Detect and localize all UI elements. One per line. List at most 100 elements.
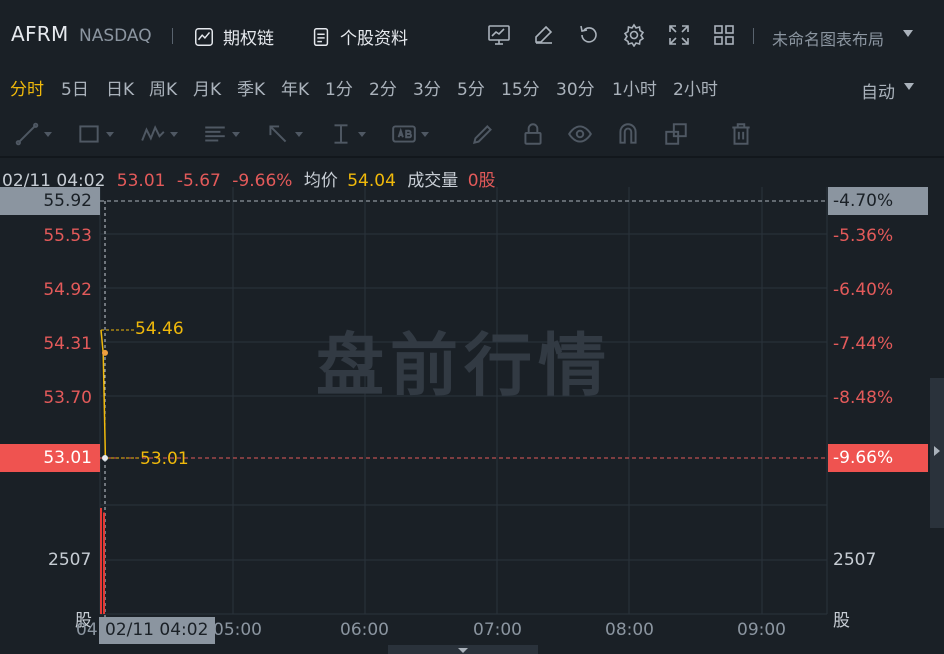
x-axis-label: 06:00 — [340, 620, 389, 640]
x-axis-label: 04 — [76, 620, 98, 640]
option-chain-button[interactable]: 期权链 — [193, 24, 274, 49]
pen-tool[interactable] — [470, 120, 496, 148]
tab-weekly[interactable]: 周K — [149, 75, 177, 100]
option-chain-label: 期权链 — [223, 29, 274, 49]
header-divider — [753, 28, 754, 44]
chart-box-icon — [195, 27, 213, 46]
volume-bar — [100, 508, 102, 614]
tab-1min[interactable]: 1分 — [325, 75, 353, 100]
tab-15min[interactable]: 15分 — [501, 75, 540, 100]
top-header: AFRM NASDAQ 期权链 个股资料 未命名图表布局 — [0, 0, 944, 70]
stock-info-label: 个股资料 — [340, 29, 408, 49]
gear-icon[interactable] — [622, 23, 646, 47]
x-axis-label: 05:00 — [213, 620, 262, 640]
document-icon — [313, 27, 329, 46]
refresh-icon[interactable] — [577, 23, 601, 47]
caret-down-icon — [44, 131, 52, 137]
text-label-tool[interactable] — [391, 120, 429, 148]
ticker-symbol[interactable]: AFRM — [11, 22, 69, 46]
tab-5day[interactable]: 5日 — [61, 75, 89, 100]
exchange-name: NASDAQ — [79, 26, 152, 46]
caret-down-icon — [170, 131, 178, 137]
caret-down-icon[interactable] — [458, 648, 468, 653]
right-volume-unit: 股 — [833, 611, 850, 631]
left-volume-max: 2507 — [48, 550, 92, 570]
tab-5min[interactable]: 5分 — [457, 75, 485, 100]
caret-down-icon — [232, 131, 240, 137]
text-label-icon — [392, 125, 416, 143]
volume-bar — [103, 512, 105, 614]
trend-line-tool[interactable] — [14, 120, 52, 148]
premarket-watermark: 盘前行情 — [316, 327, 613, 406]
caret-down-icon — [421, 131, 429, 137]
tab-yearly[interactable]: 年K — [281, 75, 309, 100]
right-axis-pct: -7.44% — [833, 334, 894, 354]
arrow-tool[interactable] — [265, 120, 303, 148]
tab-intraday[interactable]: 分时 — [10, 75, 44, 100]
stock-chart-app: AFRM NASDAQ 期权链 个股资料 未命名图表布局 分时 5日 日K 周K… — [0, 0, 944, 654]
arrow-icon — [269, 125, 287, 143]
high-price-annotation: 54.46 — [135, 319, 184, 339]
left-axis-current-highlight: 53.01 — [0, 444, 100, 472]
header-divider — [172, 28, 173, 44]
tab-quarterly[interactable]: 季K — [237, 75, 265, 100]
caret-down-icon — [106, 131, 114, 137]
eye-icon — [568, 125, 592, 143]
rectangle-tool[interactable] — [76, 120, 114, 148]
fullscreen-icon[interactable] — [667, 23, 691, 47]
right-axis-pct: -8.48% — [833, 388, 894, 408]
caret-down-icon[interactable] — [903, 30, 913, 37]
current-price-annotation: 53.01 — [140, 449, 189, 469]
pen-icon — [472, 125, 492, 145]
right-axis-pct: -5.36% — [833, 226, 894, 246]
auto-scale-selector[interactable]: 自动 — [861, 78, 895, 103]
tab-1hour[interactable]: 1小时 — [612, 75, 657, 100]
toolbar-divider — [0, 156, 944, 158]
right-volume-max: 2507 — [833, 550, 877, 570]
wave-icon — [141, 125, 165, 141]
left-axis-price: 54.31 — [43, 334, 92, 354]
chart-settings-icon[interactable] — [487, 23, 511, 47]
rectangle-icon — [79, 125, 99, 143]
left-axis-price: 55.53 — [43, 226, 92, 246]
tab-daily[interactable]: 日K — [106, 75, 134, 100]
stock-info-button[interactable]: 个股资料 — [310, 24, 408, 49]
price-chart[interactable] — [0, 185, 944, 654]
layout-selector[interactable]: 未命名图表布局 — [772, 26, 884, 50]
caret-down-icon[interactable] — [904, 83, 914, 90]
price-line — [100, 329, 107, 459]
tab-30min[interactable]: 30分 — [556, 75, 595, 100]
lock-icon — [524, 123, 542, 145]
right-axis-high-highlight: -4.70% — [828, 187, 928, 215]
visibility-tool[interactable] — [567, 120, 593, 148]
avg-price-point — [102, 349, 108, 356]
fibonacci-tool[interactable] — [202, 120, 240, 148]
edit-icon[interactable] — [532, 23, 556, 47]
x-axis-label: 07:00 — [473, 620, 522, 640]
chart-plot — [100, 329, 139, 614]
magnet-tool[interactable] — [615, 120, 641, 148]
grid-layout-icon[interactable] — [712, 23, 736, 47]
magnet-icon — [619, 123, 637, 144]
wave-pattern-tool[interactable] — [140, 120, 178, 148]
lock-tool[interactable] — [520, 120, 546, 148]
trend-line-icon — [15, 122, 39, 146]
x-axis-label: 09:00 — [737, 620, 786, 640]
chevron-right-icon[interactable] — [934, 446, 940, 456]
left-axis-price: 54.92 — [43, 280, 92, 300]
tab-3min[interactable]: 3分 — [413, 75, 441, 100]
duplicate-tool[interactable] — [663, 120, 689, 148]
measure-tool[interactable] — [328, 120, 366, 148]
left-axis-high-highlight: 55.92 — [0, 187, 100, 215]
tab-2min[interactable]: 2分 — [369, 75, 397, 100]
tab-monthly[interactable]: 月K — [193, 75, 221, 100]
measure-icon — [334, 124, 348, 144]
fibonacci-icon — [205, 126, 225, 142]
right-axis-current-highlight: -9.66% — [828, 444, 928, 472]
x-axis-label: 08:00 — [605, 620, 654, 640]
tab-2hour[interactable]: 2小时 — [673, 75, 718, 100]
delete-tool[interactable] — [728, 120, 754, 148]
current-price-point — [102, 455, 108, 461]
trash-icon — [732, 123, 750, 145]
left-axis-price: 53.70 — [43, 388, 92, 408]
